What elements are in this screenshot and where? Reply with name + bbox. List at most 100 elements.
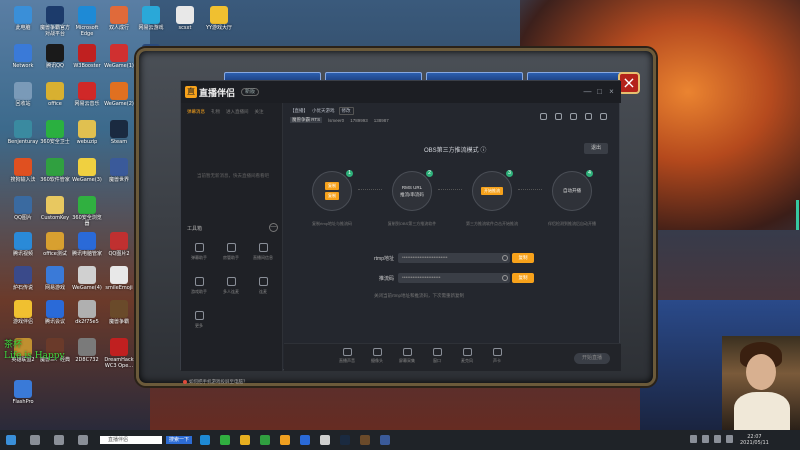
exit-mode-button[interactable]: 退出 [584,143,608,154]
desktop-icon[interactable]: 网易游戏 [38,266,72,291]
start-push-button[interactable]: 开始推流 [481,187,503,195]
desktop-icon[interactable]: 2D8C732 [70,338,104,363]
desktop-icon[interactable]: 360安全卫士 [38,120,72,145]
copy-button[interactable]: 复制 [325,192,339,200]
desktop-icon[interactable]: 腾讯QQ [38,44,72,69]
tool-room-admin[interactable]: 房管助手 [217,243,245,261]
desktop-icon[interactable]: office测试 [38,232,72,257]
desktop-icon[interactable]: 游戏伴侣 [6,300,40,325]
tool-more[interactable]: 更多 [185,311,213,329]
app-icon[interactable] [320,435,330,445]
tab-follow[interactable]: 关注 [255,109,264,115]
search-icon[interactable] [30,435,40,445]
live-sound-button[interactable]: 直播声音 [334,348,360,364]
sound-card-button[interactable]: 声卡 [484,348,510,364]
desktop-icon[interactable]: YY游戏大厅 [202,6,236,31]
start-menu-icon[interactable] [6,435,16,445]
desktop-icon[interactable]: 回收站 [6,82,40,107]
tool-connect-mic[interactable]: 连麦 [249,277,277,295]
desktop-icon[interactable]: scsxt [168,6,202,31]
copy-button[interactable]: 复制 [325,182,339,190]
tool-danmaku-helper[interactable]: 弹幕助手 [185,243,213,261]
camera-button[interactable]: 摄像头 [364,348,390,364]
desktop-icon[interactable]: W3Booster [70,44,104,69]
close-button[interactable]: × [607,87,616,96]
app-icon[interactable] [260,435,270,445]
desktop-icon[interactable]: 此电脑 [6,6,40,31]
tools-collapse-button[interactable]: — [269,223,278,232]
desktop-icon[interactable]: WeGame(4) [70,266,104,291]
start-live-button[interactable]: 开始直播 [574,353,610,364]
desktop-icon[interactable]: webuzip [70,120,104,145]
category-badge[interactable]: 魔兽争霸 RTS [290,117,323,123]
desktop-icon[interactable]: 魔兽争霸官方对战平台 [38,6,72,37]
tab-danmaku[interactable]: 弹幕消息 [187,109,205,115]
tool-multi-mic[interactable]: 多人连麦 [217,277,245,295]
steam-icon[interactable] [340,435,350,445]
taskbar-clock[interactable]: 22:07 2021/05/11 [740,434,769,446]
gift-icon[interactable] [540,113,547,120]
desktop-icon[interactable]: 腾讯视频 [6,232,40,257]
chevron-up-icon[interactable] [690,435,697,443]
copy-rtmp-button[interactable]: 复制 [512,253,534,263]
desktop-icon[interactable]: office [38,82,72,107]
task-view-icon[interactable] [54,435,64,445]
tool-room-info[interactable]: 直播间信息 [249,243,277,261]
live-companion-icon[interactable] [280,435,290,445]
desktop-icon[interactable]: 炉石传说 [6,266,40,291]
folder-icon[interactable] [240,435,250,445]
app-icon[interactable] [380,435,390,445]
eye-icon[interactable] [502,255,508,261]
desktop-icon[interactable]: Steam [102,120,136,145]
volume-icon[interactable] [714,435,721,443]
desktop-icon[interactable]: 魔兽世界 [102,158,136,183]
stream-key-field[interactable]: •••••••••••••••••••••• [398,273,510,283]
window-capture-button[interactable]: 窗口 [424,348,450,364]
desktop-icon[interactable]: dk2f75e5 [70,300,104,325]
desktop-icon[interactable]: 网易云音乐 [70,82,104,107]
network-icon[interactable] [702,435,709,443]
taskbar-search-input[interactable]: 直播伴侣 [100,436,162,444]
version-badge[interactable]: 新版 [241,88,260,96]
desktop-icon[interactable]: 360软件管家 [38,158,72,183]
desktop-icon[interactable]: 双人成行 [102,6,136,31]
desktop-icon[interactable]: Network [6,44,40,69]
desktop-icon[interactable]: 搜狗输入法 [6,158,40,183]
browser-icon[interactable] [220,435,230,445]
minimize-button[interactable]: — [583,87,592,96]
rtmp-address-field[interactable]: •••••••••••••••••••••••••• [398,253,510,263]
game-close-button[interactable]: × [618,72,640,94]
desktop-icon[interactable]: CustomKey [38,196,72,221]
taskbar-search-button[interactable]: 搜索一下 [166,436,192,444]
edge-icon[interactable] [200,435,210,445]
eye-icon[interactable] [502,275,508,281]
desktop-icon[interactable]: QQ图片 [6,196,40,221]
maximize-button[interactable]: □ [595,87,604,96]
edit-room-button[interactable]: 修改 [338,107,354,115]
tool-game-helper[interactable]: 游戏助手 [185,277,213,295]
desktop-icon[interactable]: 网易云游戏 [134,6,168,31]
grid-icon[interactable] [570,113,577,120]
desktop-icon[interactable]: 魔兽争霸 [102,300,136,325]
screen-capture-button[interactable]: 屏幕采集 [394,348,420,364]
tab-gifts[interactable]: 礼物 [211,109,220,115]
desktop-icon[interactable]: WeGame(2) [102,82,136,107]
desktop-icon[interactable]: Benjenturay [6,120,40,145]
desktop-icon[interactable]: WeGame(1) [102,44,136,69]
speaker-icon[interactable] [78,435,88,445]
desktop-icon[interactable]: DreamHack WC3 Ope... [102,338,136,369]
lock-icon[interactable] [555,113,562,120]
warcraft-icon[interactable] [360,435,370,445]
microphone-button[interactable]: 麦克风 [454,348,480,364]
share-icon[interactable] [600,113,607,120]
ime-icon[interactable] [726,435,733,443]
sidebar-footer[interactable]: 如何把手机游戏投屏至电脑？ [183,379,248,385]
tab-room-entry[interactable]: 进入直播间 [226,109,249,115]
desktop-icon[interactable]: 腾讯电脑管家 [70,232,104,257]
desktop-icon[interactable]: 腾讯会议 [38,300,72,325]
bell-icon[interactable] [585,113,592,120]
desktop-icon[interactable]: FlashPro [6,380,40,405]
desktop-icon[interactable]: smileEmoji [102,266,136,291]
desktop-icon[interactable]: WeGame(3) [70,158,104,183]
app-icon[interactable] [300,435,310,445]
